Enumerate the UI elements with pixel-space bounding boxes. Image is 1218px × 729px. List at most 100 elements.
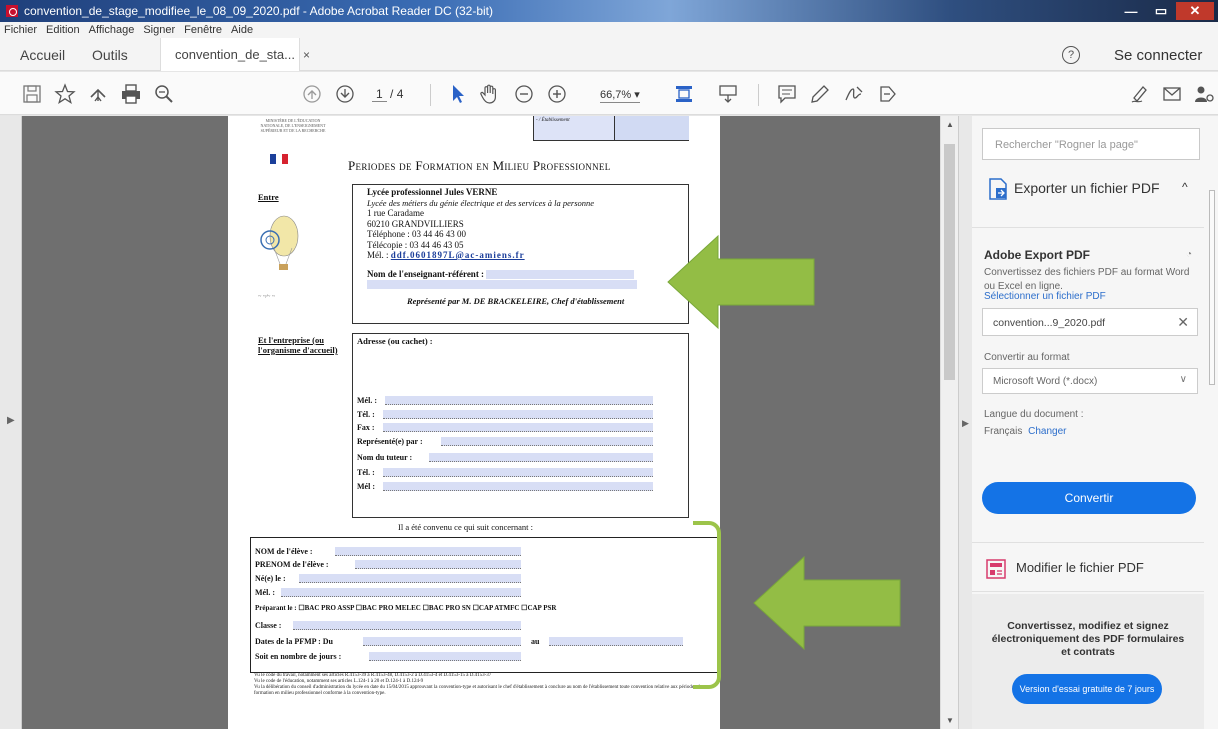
school-address-2: 60210 GRANDVILLIERS (367, 218, 464, 229)
tutor-mail-field[interactable] (383, 482, 653, 491)
student-info-box: NOM de l'élève : PRENOM de l'élève : Né(… (250, 537, 719, 673)
days-count-field[interactable] (369, 652, 521, 661)
change-language-link[interactable]: Changer (1028, 426, 1066, 437)
school-address-1: 1 rue Caradame (367, 208, 424, 218)
close-tab-icon[interactable]: × (303, 48, 310, 62)
send-for-signature-icon[interactable] (876, 82, 900, 106)
modify-pdf-tool[interactable]: Modifier le fichier PDF (972, 542, 1204, 592)
document-scrollbar[interactable]: ▲ ▼ (940, 116, 958, 729)
tab-document-label: convention_de_sta... (175, 47, 295, 62)
tutor-name-field[interactable] (429, 453, 653, 462)
company-field-label: Mél : (357, 482, 375, 491)
add-user-icon[interactable] (1192, 82, 1216, 106)
menu-signer[interactable]: Signer (143, 24, 175, 36)
scroll-up-icon[interactable]: ▲ (946, 120, 954, 129)
teacher-name-field[interactable] (486, 269, 635, 279)
tools-search-input[interactable]: Rechercher "Rogner la page" (982, 128, 1200, 160)
modify-pdf-label: Modifier le fichier PDF (1016, 560, 1144, 575)
hand-tool-icon[interactable] (478, 82, 502, 106)
maximize-button[interactable]: ▭ (1146, 2, 1176, 20)
help-icon[interactable]: ? (1062, 46, 1080, 64)
student-field-label: PRENOM de l'élève : (255, 560, 329, 569)
next-page-icon[interactable] (333, 82, 357, 106)
pfmp-dates-label: Dates de la PFMP : Du (255, 637, 333, 646)
school-name: Lycée professionnel Jules VERNE (367, 187, 498, 197)
tab-home[interactable]: Accueil (20, 38, 65, 71)
email-icon[interactable] (1160, 82, 1184, 106)
previous-page-icon[interactable] (300, 82, 324, 106)
footnote: Vu la délibération du conseil d'administ… (254, 685, 702, 696)
teacher-row: Nom de l'enseignant-référent : (367, 269, 688, 280)
sign-icon[interactable] (842, 82, 866, 106)
selected-file-box[interactable]: convention...9_2020.pdf ✕ (982, 308, 1198, 336)
print-icon[interactable] (119, 82, 143, 106)
student-birthdate-field[interactable] (299, 574, 521, 583)
tab-document[interactable]: convention_de_sta... × (160, 38, 310, 71)
collapse-caret-icon[interactable]: ^ (1182, 180, 1188, 194)
tutor-phone-field[interactable] (383, 468, 653, 477)
company-field-label: Fax : (357, 423, 375, 432)
pfmp-au-label: au (531, 637, 540, 646)
zoom-search-icon[interactable] (152, 82, 176, 106)
collapse-arrow-icon: ▶ (962, 418, 969, 428)
company-phone-field[interactable] (383, 410, 653, 419)
menu-fichier[interactable]: Fichier (4, 24, 37, 36)
convert-button[interactable]: Convertir (982, 482, 1196, 514)
company-representative-field[interactable] (441, 437, 653, 446)
export-pdf-header[interactable]: Exporter un fichier PDF ^ (972, 168, 1204, 228)
save-icon[interactable] (20, 82, 44, 106)
expand-arrow-icon: ▶ (7, 415, 15, 426)
page-total: / 4 (390, 87, 404, 101)
company-field-label: Mél. : (357, 396, 377, 405)
close-window-button[interactable]: ✕ (1176, 2, 1214, 20)
fill-sign-icon[interactable] (1128, 82, 1152, 106)
menu-edition[interactable]: Edition (46, 24, 80, 36)
pfmp-start-field[interactable] (363, 637, 521, 646)
teacher-mail-field[interactable] (367, 280, 637, 290)
doc-language-label: Langue du document : (984, 409, 1084, 420)
zoom-out-icon[interactable] (512, 82, 536, 106)
select-cursor-icon[interactable] (446, 82, 470, 106)
right-panel-toggle[interactable]: ▶ (958, 116, 972, 729)
free-trial-button[interactable]: Version d'essai gratuite de 7 jours (1012, 674, 1162, 704)
zoom-in-icon[interactable] (545, 82, 569, 106)
highlight-pen-icon[interactable] (808, 82, 832, 106)
right-panel-scrollbar[interactable] (1206, 170, 1218, 590)
info-icon[interactable]: ◔ (1186, 249, 1192, 260)
student-lastname-field[interactable] (335, 547, 521, 556)
school-mail-link[interactable]: ddf.0601897L@ac-amiens.fr (391, 250, 525, 260)
menu-affichage[interactable]: Affichage (89, 24, 135, 36)
company-mail-field[interactable] (385, 396, 653, 405)
select-file-link[interactable]: Sélectionner un fichier PDF (984, 291, 1106, 302)
sign-in-link[interactable]: Se connecter (1114, 47, 1202, 64)
format-select[interactable]: Microsoft Word (*.docx) ∨ (982, 368, 1198, 394)
left-panel-toggle[interactable]: ▶ (0, 116, 22, 729)
school-info-box: Lycée professionnel Jules VERNE Lycée de… (352, 184, 689, 324)
class-field[interactable] (293, 621, 521, 630)
scrolling-mode-icon[interactable] (716, 82, 740, 106)
student-firstname-field[interactable] (355, 560, 521, 569)
comment-icon[interactable] (775, 82, 799, 106)
star-icon[interactable] (53, 82, 77, 106)
toolbar-divider (758, 84, 759, 106)
company-fax-field[interactable] (383, 423, 653, 432)
doc-language-value: Français (984, 426, 1023, 437)
menu-fenetre[interactable]: Fenêtre (184, 24, 222, 36)
pfmp-end-field[interactable] (549, 637, 683, 646)
zoom-level-select[interactable]: 66,7% ▾ (600, 88, 640, 103)
page-number-input[interactable]: 1 (372, 87, 387, 102)
school-mail-row: Mél. : ddf.0601897L@ac-amiens.fr (367, 250, 525, 260)
share-icon[interactable] (86, 82, 110, 106)
remove-file-icon[interactable]: ✕ (1177, 314, 1189, 331)
fit-page-icon[interactable] (672, 82, 696, 106)
menu-aide[interactable]: Aide (231, 24, 253, 36)
convert-to-label: Convertir au format (984, 352, 1070, 363)
scroll-down-icon[interactable]: ▼ (946, 716, 954, 725)
tab-tools[interactable]: Outils (92, 38, 128, 71)
minimize-button[interactable]: — (1116, 2, 1146, 20)
right-panel-scroll-thumb[interactable] (1209, 190, 1215, 385)
scrollbar-thumb[interactable] (944, 144, 955, 380)
establishment-field[interactable]: - / Établissement (534, 116, 614, 140)
blank-field[interactable] (614, 116, 689, 140)
student-mail-field[interactable] (281, 588, 521, 597)
